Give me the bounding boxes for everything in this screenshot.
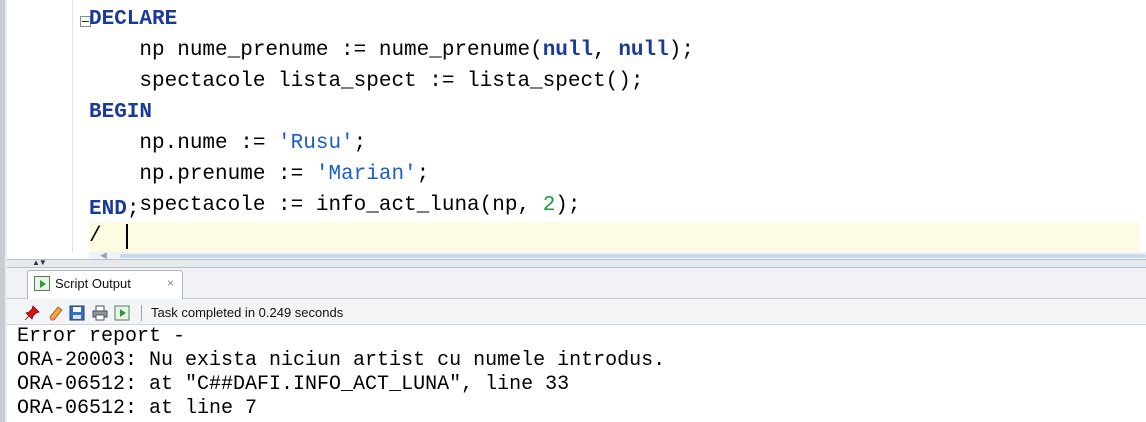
keyword-null: null	[542, 39, 594, 62]
script-output-area[interactable]: Error report - ORA-20003: Nu exista nici…	[7, 325, 1146, 422]
code-text: np.prenume :=	[89, 163, 316, 186]
text-cursor	[126, 224, 128, 249]
code-text: );	[668, 39, 694, 62]
string-literal: 'Rusu'	[278, 132, 354, 155]
script-output-icon	[34, 276, 50, 291]
code-text: /	[89, 225, 102, 248]
number-literal: 2	[542, 194, 556, 217]
panel-splitter[interactable]	[7, 259, 1146, 268]
code-text: spectacole lista_spect := lista_spect();	[89, 70, 644, 93]
string-literal: 'Marian'	[315, 163, 417, 186]
current-line-highlight	[89, 222, 1139, 252]
output-line: ORA-06512: at line 7	[17, 397, 258, 420]
code-line-spectacole-decl[interactable]: spectacole lista_spect := lista_spect();	[89, 66, 644, 98]
run-script-icon[interactable]	[114, 305, 130, 321]
code-text: spectacole := info_act_luna(np,	[89, 194, 543, 217]
pin-icon[interactable]	[24, 305, 40, 321]
code-line-np-nume[interactable]: np.nume := 'Rusu';	[89, 128, 366, 160]
code-text: np.nume :=	[89, 132, 279, 155]
code-text: ;	[353, 132, 367, 155]
toolbar-separator	[141, 305, 142, 321]
output-line: ORA-06512: at "C##DAFI.INFO_ACT_LUNA", l…	[17, 373, 570, 396]
splitter-arrows-icon[interactable]: ▲▼	[32, 258, 47, 267]
output-line: ORA-20003: Nu exista niciun artist cu nu…	[17, 349, 666, 372]
sql-editor[interactable]: DECLARE np nume_prenume := nume_prenume(…	[7, 0, 1146, 253]
keyword-end: END	[89, 198, 127, 221]
tab-close-icon[interactable]: ×	[167, 275, 174, 291]
gutter-separator	[72, 0, 73, 253]
code-line-spectacole-assign[interactable]: spectacole := info_act_luna(np, 2);	[89, 190, 581, 222]
code-text: ;	[416, 163, 430, 186]
code-text: );	[555, 194, 581, 217]
eraser-icon[interactable]	[48, 305, 64, 321]
task-status-text: Task completed in 0.249 seconds	[151, 305, 344, 320]
code-text: ,	[593, 39, 619, 62]
code-text: ;	[126, 198, 140, 221]
print-icon[interactable]	[92, 305, 108, 321]
code-line-np-decl[interactable]: np nume_prenume := nume_prenume(null, nu…	[89, 35, 694, 67]
code-line-np-prenume[interactable]: np.prenume := 'Marian';	[89, 159, 429, 191]
tab-label: Script Output	[55, 276, 131, 291]
code-line-declare[interactable]: DECLARE	[89, 4, 177, 36]
keyword-declare: DECLARE	[89, 8, 178, 31]
keyword-null: null	[618, 39, 669, 62]
code-line-begin[interactable]: BEGIN	[89, 97, 152, 129]
keyword-begin: BEGIN	[89, 101, 153, 124]
code-text: np nume_prenume := nume_prenume(	[89, 39, 543, 62]
output-line: Error report -	[17, 325, 186, 348]
save-icon[interactable]	[69, 305, 85, 321]
horizontal-scrollbar-thumb[interactable]	[120, 254, 1146, 258]
code-line-slash[interactable]: /	[89, 221, 102, 253]
